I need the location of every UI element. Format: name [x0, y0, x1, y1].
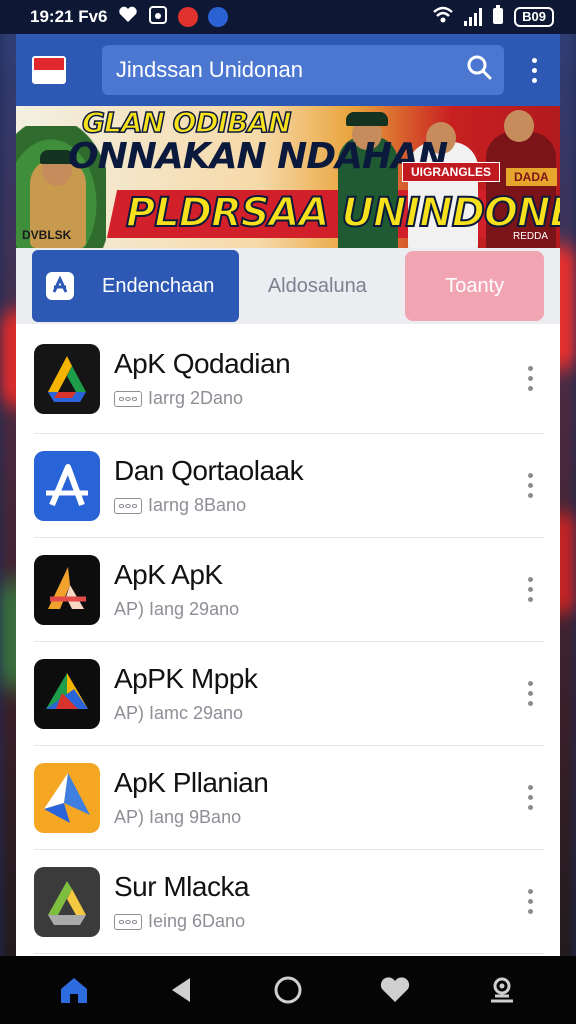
- app-list: ApK Qodadian ⴰⴰⴰ Iarrg 2Dano Dan Qortaola…: [16, 324, 560, 954]
- apk-a-icon: [34, 554, 100, 625]
- app-subtitle: Iarng 8Bano: [148, 495, 247, 515]
- home-icon[interactable]: [44, 965, 104, 1015]
- tab-toanty[interactable]: Toanty: [405, 251, 544, 321]
- list-item[interactable]: Dan Qortaolaak ⴰⴰⴰ Iarng 8Bano: [34, 434, 544, 538]
- top-app-bar: [16, 34, 560, 106]
- banner-badge-secondary: DADA: [506, 168, 557, 186]
- tab-endenchaan[interactable]: Endenchaan: [32, 250, 240, 322]
- more-options-icon[interactable]: [520, 366, 540, 391]
- tab-label: Endenchaan: [102, 274, 215, 297]
- app-title: ApK ApK: [114, 559, 223, 590]
- app-window: GLAN ODIBAN ONNAKAN NDAHAN PLDRSAA UNIND…: [16, 34, 560, 956]
- battery-icon: [492, 4, 504, 30]
- status-time: 19:21 Fv6: [30, 7, 108, 26]
- app-subtitle: AP) Iang 9Bano: [114, 807, 242, 827]
- banner-tag: REDDA: [512, 231, 548, 242]
- app-subtitle: AP) Iamc 29ano: [114, 703, 244, 723]
- image-notification-icon: [148, 5, 168, 30]
- back-icon[interactable]: [151, 965, 211, 1015]
- list-item[interactable]: ApK ApK AP) Iang 29ano: [34, 538, 544, 642]
- status-bar: 19:21 Fv6 B09: [0, 0, 576, 34]
- app-subtitle: Ieing 6Dano: [148, 911, 246, 931]
- overflow-menu-icon[interactable]: [522, 57, 546, 83]
- heart-notification-icon: [118, 5, 138, 30]
- more-options-icon[interactable]: [520, 577, 540, 602]
- more-options-icon[interactable]: [520, 785, 540, 810]
- drive-triangle-icon: [34, 866, 100, 937]
- search-input[interactable]: [115, 57, 467, 83]
- list-item[interactable]: Sur Mlacka ⴰⴰⴰ Ieing 6Dano: [34, 850, 544, 954]
- indonesia-flag-icon[interactable]: [32, 56, 66, 84]
- app-store-icon: [46, 272, 74, 300]
- wifi-icon: [432, 6, 454, 29]
- more-options-icon[interactable]: [520, 681, 540, 706]
- app-subtitle: AP) Iang 29ano: [114, 599, 240, 619]
- heart-icon[interactable]: [365, 965, 425, 1015]
- app-title: ApK Pllanian: [114, 767, 269, 798]
- banner-headline-1: GLAN ODIBAN: [81, 106, 292, 140]
- signal-icon: [464, 8, 483, 26]
- paper-plane-icon: [34, 762, 100, 833]
- app-notification-icon: [207, 7, 228, 27]
- record-notification-icon: [177, 7, 198, 27]
- category-tabs: Endenchaan Aldosaluna Toanty: [16, 248, 560, 324]
- search-icon[interactable]: [466, 54, 492, 86]
- play-triangle-icon: [34, 658, 100, 729]
- search-bar[interactable]: [101, 45, 505, 95]
- list-item[interactable]: ApK Pllanian AP) Iang 9Bano: [34, 746, 544, 850]
- more-options-icon[interactable]: [520, 889, 540, 914]
- app-title: ApK Qodadian: [114, 348, 291, 379]
- account-icon[interactable]: [472, 965, 532, 1015]
- more-options-icon[interactable]: [520, 473, 540, 498]
- size-badge: ⴰⴰⴰ: [114, 913, 142, 930]
- tab-label: Toanty: [445, 274, 505, 297]
- promo-banner[interactable]: GLAN ODIBAN ONNAKAN NDAHAN PLDRSAA UNIND…: [16, 106, 560, 248]
- bottom-navigation: [0, 956, 576, 1024]
- app-title: Dan Qortaolaak: [114, 455, 304, 486]
- list-item[interactable]: ApPK Mppk AP) Iamc 29ano: [34, 642, 544, 746]
- tab-label: Aldosaluna: [267, 274, 367, 297]
- app-title: ApPK Mppk: [114, 663, 258, 694]
- size-badge: ⴰⴰⴰ: [114, 390, 142, 407]
- banner-headline-2: ONNAKAN NDAHAN: [68, 136, 448, 177]
- app-store-a-icon: [34, 450, 100, 521]
- google-drive-icon: [34, 343, 100, 414]
- tab-aldosaluna[interactable]: Aldosaluna: [239, 250, 395, 322]
- banner-badge: UIGRANGLES: [402, 162, 501, 182]
- size-badge: ⴰⴰⴰ: [114, 497, 142, 514]
- battery-percent: B09: [514, 7, 554, 27]
- banner-headline-3: PLDRSAA UNINDONESIA: [125, 189, 560, 237]
- app-title: Sur Mlacka: [114, 871, 250, 902]
- circle-home-icon[interactable]: [258, 965, 318, 1015]
- banner-watermark: DVBLSK: [22, 228, 72, 242]
- list-item[interactable]: ApK Qodadian ⴰⴰⴰ Iarrg 2Dano: [34, 324, 544, 434]
- app-subtitle: Iarrg 2Dano: [148, 388, 244, 408]
